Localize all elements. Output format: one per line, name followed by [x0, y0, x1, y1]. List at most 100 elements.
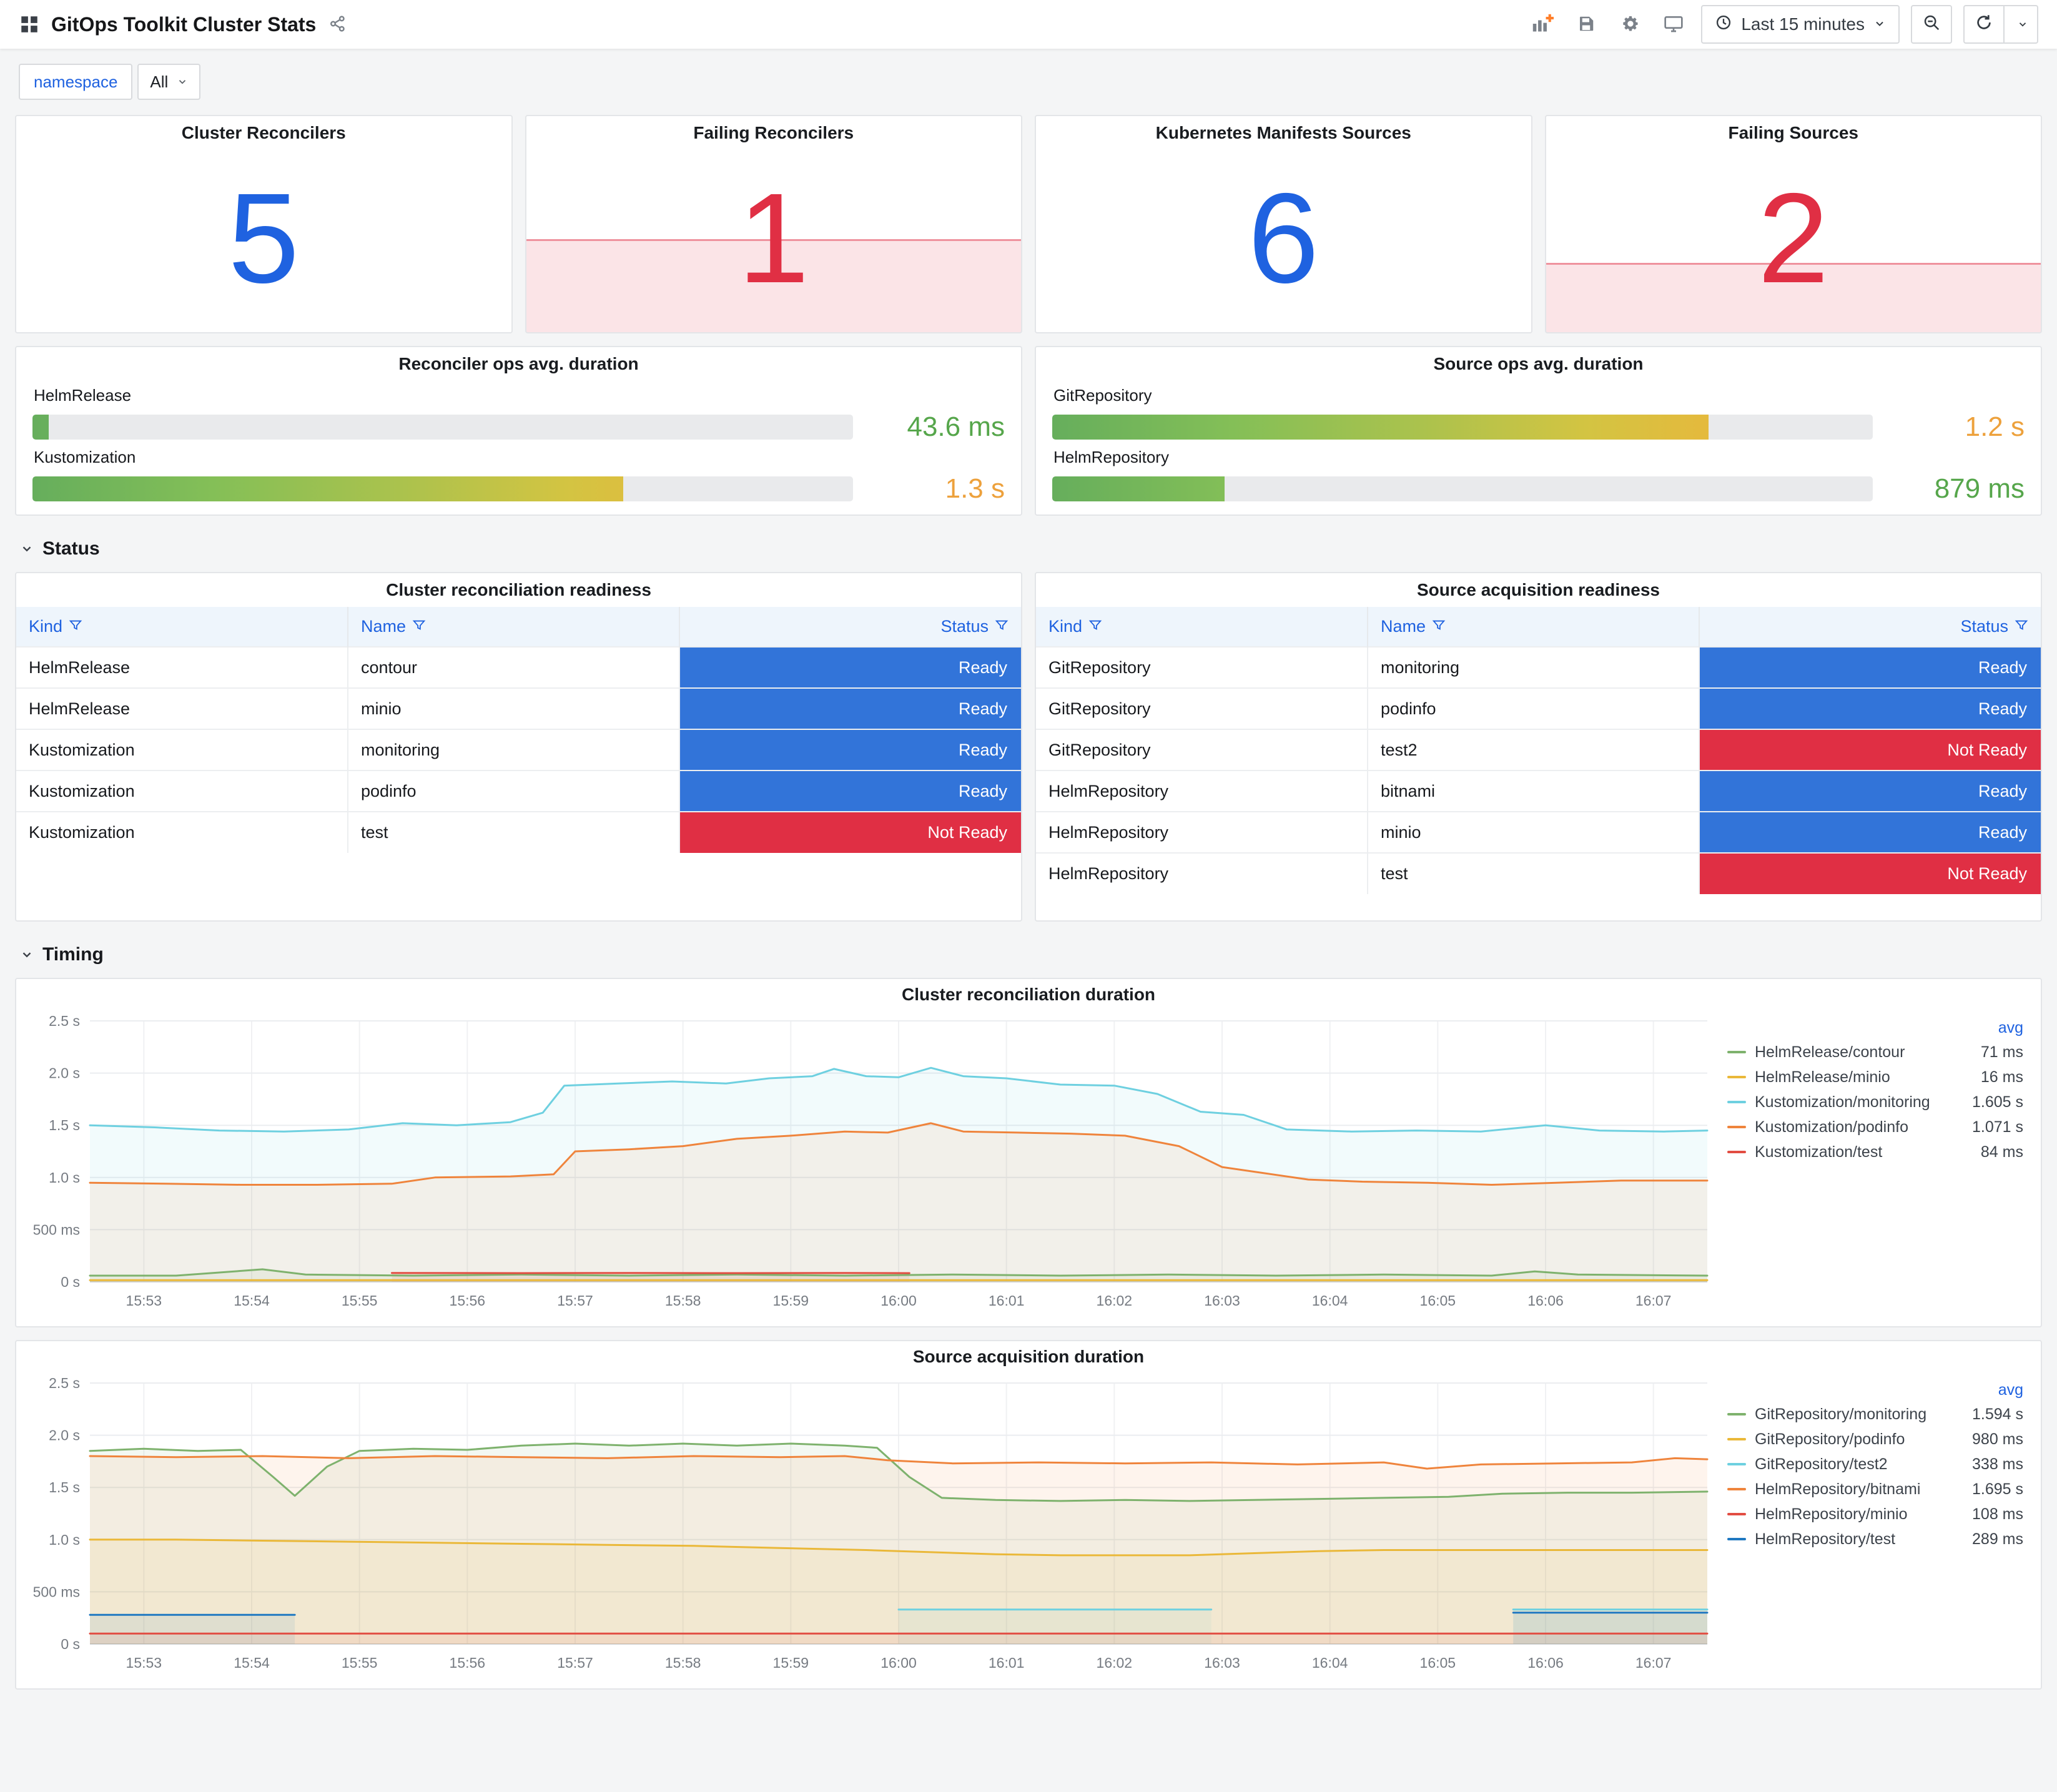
column-header-status[interactable]: Status — [1699, 607, 2041, 647]
timeseries-svg[interactable]: 15:53 15:54 15:55 15:56 15:57 15:58 15:59 16:00… — [24, 1010, 1721, 1318]
panel-cluster-reconciliation-duration: Cluster reconciliation duration 15:53 15:… — [15, 978, 2042, 1327]
legend-item[interactable]: GitRepository/test2 338 ms — [1727, 1452, 2023, 1477]
legend-avg-header: avg — [1998, 1019, 2023, 1036]
legend-series-avg: 980 ms — [1972, 1430, 2023, 1448]
readiness-table: Kind Name Status GitRepository monitoring… — [1036, 607, 2041, 894]
chevron-down-icon — [20, 948, 34, 962]
table-row: GitRepository test2 Not Ready — [1036, 729, 2041, 770]
gauge-gitrepository: GitRepository 1.2 s — [1052, 386, 2025, 443]
legend-series-name[interactable]: GitRepository/monitoring — [1755, 1406, 1926, 1424]
add-panel-button[interactable] — [1526, 8, 1559, 41]
timeseries-svg[interactable]: 15:53 15:54 15:55 15:56 15:57 15:58 15:59 16:00… — [24, 1372, 1721, 1680]
cycle-view-mode-button[interactable] — [1657, 8, 1690, 41]
readiness-table: Kind Name Status HelmRelease contour Ready… — [16, 607, 1021, 853]
refresh-button[interactable] — [1963, 5, 2005, 44]
legend-series-name[interactable]: GitRepository/test2 — [1755, 1455, 1888, 1474]
legend-series-name[interactable]: HelmRelease/contour — [1755, 1043, 1905, 1061]
panel-title[interactable]: Cluster reconciliation readiness — [16, 573, 1021, 607]
svg-text:1.0 s: 1.0 s — [49, 1169, 80, 1186]
filter-icon[interactable] — [1088, 617, 1102, 636]
svg-text:16:01: 16:01 — [989, 1292, 1025, 1309]
gauge-label: HelmRelease — [34, 386, 132, 405]
filter-icon[interactable] — [1432, 617, 1446, 636]
legend-series-avg: 84 ms — [1980, 1143, 2023, 1161]
column-header-name[interactable]: Name — [347, 607, 680, 647]
timeseries-plot[interactable]: 15:53 15:54 15:55 15:56 15:57 15:58 15:59 16:00… — [24, 1010, 1721, 1321]
column-header-name[interactable]: Name — [1367, 607, 1700, 647]
legend-item[interactable]: HelmRelease/minio 16 ms — [1727, 1065, 2023, 1090]
cell-kind: GitRepository — [1036, 687, 1368, 729]
legend-series-avg: 71 ms — [1980, 1043, 2023, 1061]
refresh-interval-dropdown[interactable] — [2005, 5, 2038, 44]
legend-item[interactable]: HelmRepository/bitnami 1.695 s — [1727, 1477, 2023, 1502]
legend-item[interactable]: HelmRepository/minio 108 ms — [1727, 1502, 2023, 1527]
save-icon — [1577, 14, 1596, 35]
column-header-kind[interactable]: Kind — [1036, 607, 1368, 647]
legend-series-name[interactable]: HelmRepository/test — [1755, 1530, 1895, 1548]
legend-series-name[interactable]: HelmRepository/bitnami — [1755, 1480, 1920, 1499]
legend-item[interactable]: Kustomization/podinfo 1.071 s — [1727, 1115, 2023, 1140]
legend-item[interactable]: GitRepository/podinfo 980 ms — [1727, 1427, 2023, 1452]
time-picker-button[interactable]: Last 15 minutes — [1701, 5, 1900, 44]
dashboard-settings-button[interactable] — [1614, 8, 1646, 41]
share-dashboard-button[interactable] — [328, 14, 347, 35]
cell-kind: Kustomization — [16, 729, 348, 770]
cell-status: Not Ready — [1699, 729, 2041, 770]
legend-series-name[interactable]: GitRepository/podinfo — [1755, 1430, 1905, 1449]
legend-item[interactable]: GitRepository/monitoring 1.594 s — [1727, 1402, 2023, 1427]
legend-item[interactable]: HelmRelease/contour 71 ms — [1727, 1040, 2023, 1065]
panel-reconciler-ops-duration: Reconciler ops avg. duration HelmRelease… — [15, 346, 1022, 516]
stat-value: 2 — [1757, 166, 1829, 310]
filter-icon[interactable] — [69, 617, 82, 636]
legend-series-name[interactable]: HelmRepository/minio — [1755, 1505, 1908, 1524]
legend-item[interactable]: Kustomization/test 84 ms — [1727, 1140, 2023, 1164]
legend-series-name[interactable]: Kustomization/podinfo — [1755, 1118, 1908, 1136]
legend-series-avg: 16 ms — [1980, 1068, 2023, 1086]
variable-namespace-select[interactable]: All — [137, 64, 201, 100]
panel-title[interactable]: Source acquisition readiness — [1036, 573, 2041, 607]
section-status[interactable]: Status — [20, 538, 2037, 559]
panel-source-acquisition-readiness: Source acquisition readiness Kind Name S… — [1035, 572, 2042, 922]
column-header-status[interactable]: Status — [679, 607, 1021, 647]
cell-status: Not Ready — [1699, 852, 2041, 894]
apps-grid-icon[interactable] — [19, 14, 40, 35]
legend-series-name[interactable]: Kustomization/monitoring — [1755, 1093, 1930, 1111]
svg-text:16:02: 16:02 — [1097, 1292, 1133, 1309]
panel-failing-sources: Failing Sources 2 — [1544, 115, 2042, 333]
filter-icon[interactable] — [2015, 617, 2028, 636]
header-toolbar: Last 15 minutes — [1526, 5, 2038, 44]
cell-kind: HelmRepository — [1036, 852, 1368, 894]
share-icon — [328, 14, 347, 35]
table-row: HelmRepository bitnami Ready — [1036, 770, 2041, 812]
stat-value: 5 — [228, 166, 300, 310]
legend-series-swatch — [1727, 1438, 1746, 1440]
svg-text:16:05: 16:05 — [1420, 1655, 1456, 1671]
legend-series-swatch — [1727, 1101, 1746, 1103]
legend-series-name[interactable]: Kustomization/test — [1755, 1143, 1882, 1161]
monitor-icon — [1664, 14, 1684, 36]
gauge-track — [32, 476, 853, 501]
column-header-kind[interactable]: Kind — [16, 607, 348, 647]
cell-name: test — [347, 811, 680, 853]
filter-icon[interactable] — [995, 617, 1009, 636]
zoom-out-time-button[interactable] — [1911, 5, 1952, 44]
save-dashboard-button[interactable] — [1570, 8, 1602, 41]
panel-title[interactable]: Cluster reconciliation duration — [16, 979, 2041, 1010]
panel-title[interactable]: Source ops avg. duration — [1052, 347, 2025, 381]
section-timing[interactable]: Timing — [20, 944, 2037, 965]
timeseries-plot[interactable]: 15:53 15:54 15:55 15:56 15:57 15:58 15:59 16:00… — [24, 1372, 1721, 1683]
panel-title[interactable]: Reconciler ops avg. duration — [32, 347, 1005, 381]
page-bottom-padding — [0, 1690, 2057, 1777]
svg-text:15:54: 15:54 — [234, 1655, 270, 1671]
filter-icon[interactable] — [412, 617, 426, 636]
cell-name: minio — [1367, 811, 1700, 853]
legend-series-avg: 1.594 s — [1971, 1405, 2023, 1423]
gauge-label: GitRepository — [1053, 386, 1152, 405]
legend-item[interactable]: HelmRepository/test 289 ms — [1727, 1527, 2023, 1552]
legend-series-name[interactable]: HelmRelease/minio — [1755, 1068, 1890, 1086]
panel-title[interactable]: Source acquisition duration — [16, 1341, 2041, 1372]
legend-item[interactable]: Kustomization/monitoring 1.605 s — [1727, 1090, 2023, 1115]
svg-text:16:04: 16:04 — [1312, 1655, 1348, 1671]
gauge-label: Kustomization — [34, 448, 136, 466]
chart-row-1: Cluster reconciliation duration 15:53 15:… — [15, 978, 2042, 1327]
